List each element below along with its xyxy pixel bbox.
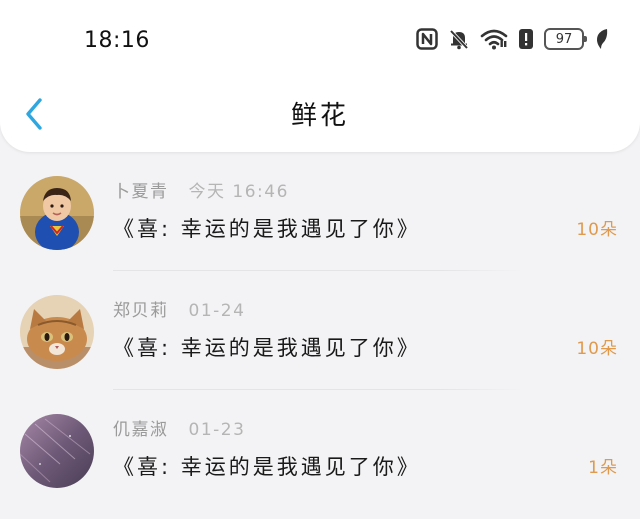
list-item[interactable]: 仉嘉淑 01-23 《喜: 幸运的是我遇见了你》 1朵 (0, 390, 640, 509)
item-message: 《喜: 幸运的是我遇见了你》 (113, 336, 421, 360)
status-icons: 97 (416, 24, 608, 54)
list-item[interactable]: 郑贝莉 01-24 《喜: 幸运的是我遇见了你》 10朵 (0, 271, 640, 390)
flower-count: 10朵 (576, 220, 618, 240)
item-message: 《喜: 幸运的是我遇见了你》 (113, 217, 421, 241)
alert-icon (518, 28, 534, 50)
flower-count: 1朵 (588, 458, 618, 478)
avatar[interactable] (20, 176, 94, 250)
status-time: 18:16 (84, 28, 150, 53)
sender-name: 卜夏青 (113, 182, 169, 202)
item-meta: 郑贝莉 01-24 (113, 299, 245, 323)
item-meta: 卜夏青 今天 16:46 (113, 180, 289, 204)
item-date: 今天 16:46 (188, 182, 289, 202)
screen: 18:16 97 鲜花 卜夏青 今天 16:46 《喜: 幸运的是我遇见了你》 … (0, 0, 640, 519)
list-item[interactable]: 卜夏青 今天 16:46 《喜: 幸运的是我遇见了你》 10朵 (0, 152, 640, 271)
page-title: 鲜花 (290, 101, 349, 131)
flower-count: 10朵 (576, 339, 618, 359)
bell-off-icon (448, 28, 470, 50)
sender-name: 郑贝莉 (113, 301, 169, 321)
flower-list: 卜夏青 今天 16:46 《喜: 幸运的是我遇见了你》 10朵 郑贝莉 01-2… (0, 152, 640, 519)
avatar[interactable] (20, 414, 94, 488)
item-date: 01-24 (188, 301, 246, 321)
status-bar: 18:16 97 (0, 0, 640, 80)
item-date: 01-23 (188, 420, 246, 440)
item-message: 《喜: 幸运的是我遇见了你》 (113, 455, 421, 479)
item-meta: 仉嘉淑 01-23 (113, 418, 245, 442)
header: 18:16 97 鲜花 (0, 0, 640, 152)
nfc-icon (416, 28, 438, 50)
battery-icon: 97 (544, 28, 587, 50)
sender-name: 仉嘉淑 (113, 420, 169, 440)
avatar[interactable] (20, 295, 94, 369)
nav-bar: 鲜花 (0, 80, 640, 152)
leaf-icon (594, 28, 608, 50)
wifi-icon (480, 28, 508, 50)
battery-level: 97 (555, 31, 573, 47)
